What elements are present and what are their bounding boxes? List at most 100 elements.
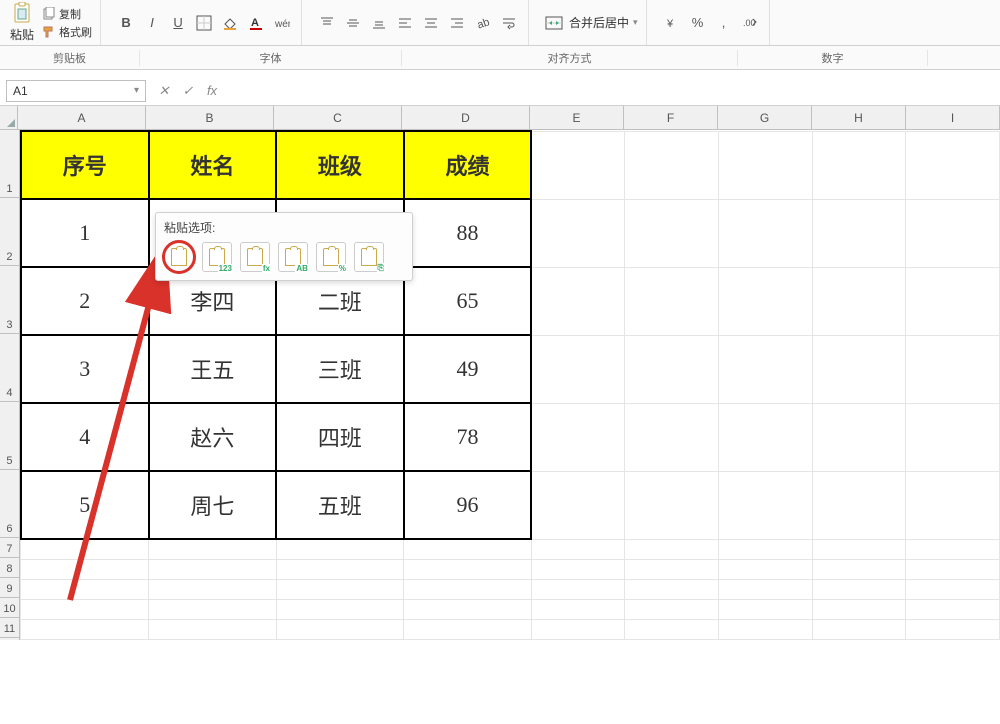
cell-A3[interactable]: 2 — [21, 267, 149, 335]
paste-formatting-option[interactable]: AB — [278, 242, 308, 272]
cell-B10[interactable] — [149, 599, 277, 619]
cell-A1[interactable]: 序号 — [21, 131, 149, 199]
cell-B11[interactable] — [149, 619, 277, 639]
cell-A10[interactable] — [21, 599, 149, 619]
cell-E4[interactable] — [531, 335, 625, 403]
cell-F4[interactable] — [625, 335, 719, 403]
cell-G10[interactable] — [719, 599, 813, 619]
cell-I3[interactable] — [906, 267, 1000, 335]
cell-E3[interactable] — [531, 267, 625, 335]
cell-D9[interactable] — [404, 579, 532, 599]
cell-E5[interactable] — [531, 403, 625, 471]
cell-A6[interactable]: 5 — [21, 471, 149, 539]
cell-G5[interactable] — [719, 403, 813, 471]
cell-H9[interactable] — [812, 579, 906, 599]
paste-no-border-option[interactable]: % — [316, 242, 346, 272]
cell-C6[interactable]: 五班 — [276, 471, 404, 539]
column-header-F[interactable]: F — [624, 106, 718, 129]
cell-D10[interactable] — [404, 599, 532, 619]
cell-E7[interactable] — [531, 539, 625, 559]
cell-D5[interactable]: 78 — [404, 403, 532, 471]
column-header-G[interactable]: G — [718, 106, 812, 129]
cell-H2[interactable] — [812, 199, 906, 267]
paste-button[interactable]: 粘贴 — [6, 0, 38, 45]
row-header-7[interactable]: 7 — [0, 538, 19, 558]
cell-A8[interactable] — [21, 559, 149, 579]
cell-G9[interactable] — [719, 579, 813, 599]
cell-H5[interactable] — [812, 403, 906, 471]
cell-E2[interactable] — [531, 199, 625, 267]
cell-I2[interactable] — [906, 199, 1000, 267]
cell-B4[interactable]: 王五 — [149, 335, 277, 403]
cell-F3[interactable] — [625, 267, 719, 335]
cell-H4[interactable] — [812, 335, 906, 403]
cell-I6[interactable] — [906, 471, 1000, 539]
paste-link-option[interactable]: ⎘ — [354, 242, 384, 272]
cell-B7[interactable] — [149, 539, 277, 559]
cell-D2[interactable]: 88 — [404, 199, 532, 267]
cell-A11[interactable] — [21, 619, 149, 639]
cell-B9[interactable] — [149, 579, 277, 599]
cell-D8[interactable] — [404, 559, 532, 579]
cell-E6[interactable] — [531, 471, 625, 539]
orientation-button[interactable]: ab — [472, 12, 494, 34]
cell-D3[interactable]: 65 — [404, 267, 532, 335]
cell-G2[interactable] — [719, 199, 813, 267]
confirm-icon[interactable]: ✓ — [178, 83, 198, 99]
currency-button[interactable]: ¥ — [661, 12, 683, 34]
cell-H1[interactable] — [812, 131, 906, 199]
column-header-C[interactable]: C — [274, 106, 402, 129]
name-box[interactable]: A1 ▾ — [6, 80, 146, 102]
format-painter-button[interactable]: 格式刷 — [42, 24, 92, 40]
percent-button[interactable]: % — [687, 12, 709, 34]
cell-C11[interactable] — [276, 619, 404, 639]
row-header-6[interactable]: 6 — [0, 470, 19, 538]
cell-F7[interactable] — [625, 539, 719, 559]
cell-G3[interactable] — [719, 267, 813, 335]
cell-H6[interactable] — [812, 471, 906, 539]
cell-E1[interactable] — [531, 131, 625, 199]
align-left-button[interactable] — [394, 12, 416, 34]
cell-E9[interactable] — [531, 579, 625, 599]
chevron-down-icon[interactable]: ▾ — [633, 17, 638, 28]
align-bottom-button[interactable] — [368, 12, 390, 34]
cell-H10[interactable] — [812, 599, 906, 619]
cell-D6[interactable]: 96 — [404, 471, 532, 539]
cell-D4[interactable]: 49 — [404, 335, 532, 403]
italic-button[interactable]: I — [141, 12, 163, 34]
wrap-text-button[interactable] — [498, 12, 520, 34]
cell-A2[interactable]: 1 — [21, 199, 149, 267]
grid-body[interactable]: 序号姓名班级成绩1班882李四二班653王五三班494赵六四班785周七五班96… — [20, 130, 1000, 640]
cell-E8[interactable] — [531, 559, 625, 579]
paste-all-option[interactable] — [164, 242, 194, 272]
cell-B6[interactable]: 周七 — [149, 471, 277, 539]
cell-I4[interactable] — [906, 335, 1000, 403]
cell-C1[interactable]: 班级 — [276, 131, 404, 199]
cell-A4[interactable]: 3 — [21, 335, 149, 403]
cell-G1[interactable] — [719, 131, 813, 199]
increase-decimal-button[interactable]: .00 — [739, 12, 761, 34]
row-header-4[interactable]: 4 — [0, 334, 19, 402]
row-header-3[interactable]: 3 — [0, 266, 19, 334]
border-button[interactable] — [193, 12, 215, 34]
cell-H7[interactable] — [812, 539, 906, 559]
row-header-9[interactable]: 9 — [0, 578, 19, 598]
underline-button[interactable]: U — [167, 12, 189, 34]
copy-button[interactable]: 复制 — [42, 6, 92, 22]
column-header-B[interactable]: B — [146, 106, 274, 129]
row-header-10[interactable]: 10 — [0, 598, 19, 618]
cell-F1[interactable] — [625, 131, 719, 199]
align-center-button[interactable] — [420, 12, 442, 34]
formula-input[interactable] — [230, 80, 1000, 102]
comma-button[interactable]: , — [713, 12, 735, 34]
cell-D7[interactable] — [404, 539, 532, 559]
cell-I11[interactable] — [906, 619, 1000, 639]
cell-B5[interactable]: 赵六 — [149, 403, 277, 471]
column-header-I[interactable]: I — [906, 106, 1000, 129]
phonetic-button[interactable]: wén — [271, 12, 293, 34]
align-top-button[interactable] — [316, 12, 338, 34]
cell-H11[interactable] — [812, 619, 906, 639]
bold-button[interactable]: B — [115, 12, 137, 34]
cell-A5[interactable]: 4 — [21, 403, 149, 471]
cell-H8[interactable] — [812, 559, 906, 579]
